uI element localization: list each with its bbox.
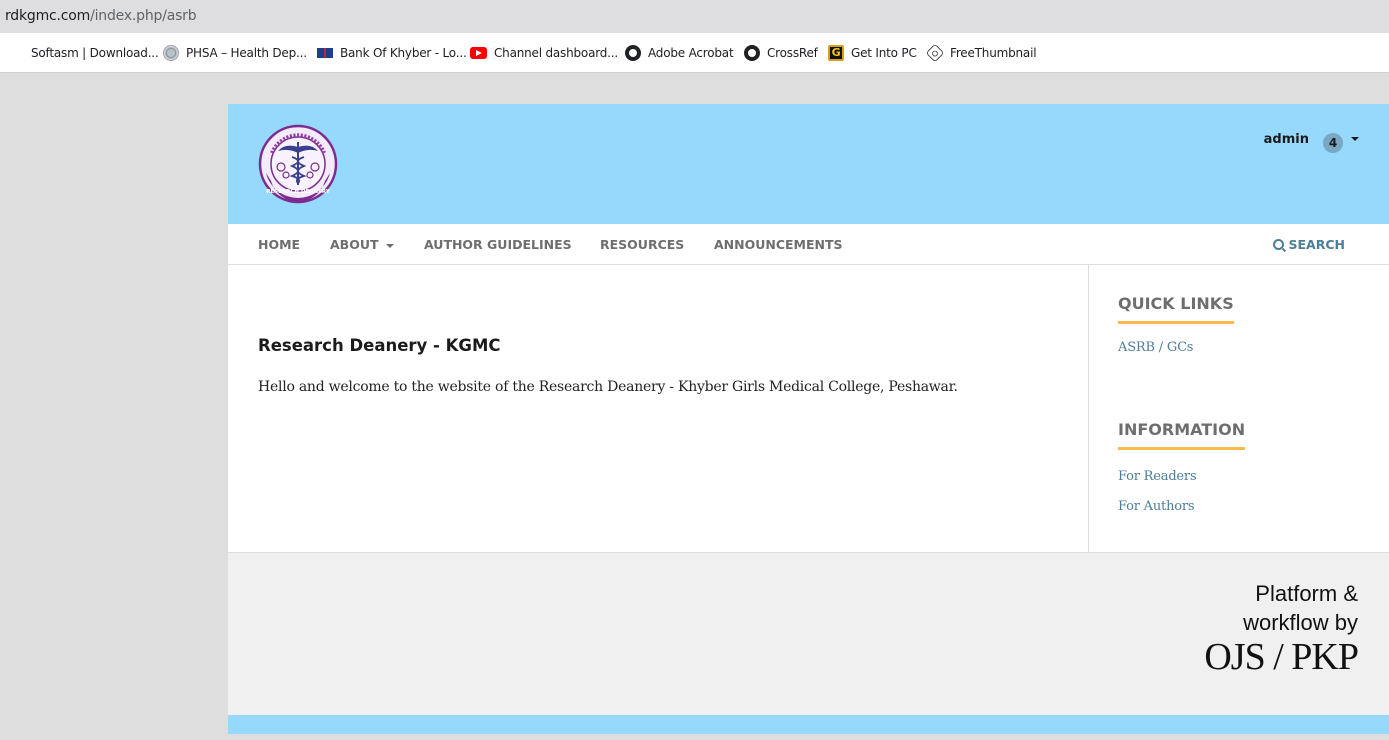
user-menu[interactable]: admin 4 xyxy=(1264,125,1359,153)
caret-down-icon xyxy=(385,243,394,248)
bookmarks-bar: Softasm | Download... PHSA – Health Dep.… xyxy=(0,33,1389,73)
bookmark-freethumbnail[interactable]: FreeThumbnail xyxy=(925,43,1037,63)
bookmark-label: Adobe Acrobat xyxy=(648,46,734,60)
nav-author-guidelines[interactable]: AUTHOR GUIDELINES xyxy=(424,237,572,252)
address-bar[interactable]: rdkgmc.com/index.php/asrb xyxy=(0,0,1389,33)
bookmark-get-into-pc[interactable]: G Get Into PC xyxy=(828,45,917,61)
nav-about[interactable]: ABOUT xyxy=(330,237,394,252)
bookmark-softasm[interactable]: Softasm | Download... xyxy=(31,45,159,61)
bank-of-khyber-icon xyxy=(317,48,333,58)
bookmark-channel-dashboard[interactable]: Channel dashboard... xyxy=(470,45,618,61)
ojs-pkp-logo: OJS / PKP xyxy=(1204,636,1359,678)
bookmark-adobe-acrobat[interactable]: Adobe Acrobat xyxy=(625,45,734,61)
bookmark-label: PHSA – Health Dep... xyxy=(186,46,307,60)
youtube-icon xyxy=(470,47,487,59)
bookmark-label: Softasm | Download... xyxy=(31,46,159,60)
notification-badge: 4 xyxy=(1323,133,1343,153)
username: admin xyxy=(1263,131,1309,147)
bookmark-label: CrossRef xyxy=(767,46,818,60)
information-title: INFORMATION xyxy=(1118,420,1246,450)
search-link[interactable]: SEARCH xyxy=(1272,237,1345,252)
search-label: SEARCH xyxy=(1288,237,1345,252)
link-for-readers[interactable]: For Readers xyxy=(1118,469,1197,484)
globe-icon xyxy=(625,45,641,61)
nav-announcements[interactable]: ANNOUNCEMENTS xyxy=(714,237,843,252)
bookmark-phsa[interactable]: PHSA – Health Dep... xyxy=(163,45,307,61)
nav-about-label: ABOUT xyxy=(330,237,379,252)
nav-home[interactable]: HOME xyxy=(258,237,300,252)
welcome-text: Hello and welcome to the website of the … xyxy=(258,379,958,395)
sidebar: QUICK LINKS ASRB / GCs INFORMATION For R… xyxy=(1088,265,1389,552)
pkp-brand-link[interactable]: Platform & workflow by OJS / PKP xyxy=(1204,579,1359,678)
link-for-authors[interactable]: For Authors xyxy=(1118,499,1195,514)
primary-nav: HOME ABOUT AUTHOR GUIDELINES RESOURCES A… xyxy=(228,224,1389,265)
research-deanery-logo[interactable]: RESEARCH DEANERY xyxy=(258,123,338,205)
bookmark-label: Bank Of Khyber - Lo... xyxy=(340,46,467,60)
globe-icon xyxy=(744,45,760,61)
nav-resources[interactable]: RESOURCES xyxy=(600,237,684,252)
svg-text:RESEARCH DEANERY: RESEARCH DEANERY xyxy=(266,189,331,195)
phsa-logo-icon xyxy=(163,45,179,61)
site-header: RESEARCH DEANERY admin 4 xyxy=(228,104,1389,224)
pkp-line-2: workflow by xyxy=(1243,610,1358,635)
quick-links-title: QUICK LINKS xyxy=(1118,294,1234,324)
site-footer: Platform & workflow by OJS / PKP xyxy=(228,552,1389,715)
url-text[interactable]: rdkgmc.com/index.php/asrb xyxy=(5,8,197,24)
page-title: Research Deanery - KGMC xyxy=(258,336,501,355)
footer-bar xyxy=(228,715,1389,734)
site-container: RESEARCH DEANERY admin 4 HOME ABOUT AUTH… xyxy=(228,104,1389,734)
hexagon-icon xyxy=(925,43,945,63)
bookmark-crossref[interactable]: CrossRef xyxy=(744,45,818,61)
search-icon xyxy=(1272,239,1284,250)
main-content: Research Deanery - KGMC Hello and welcom… xyxy=(228,265,1088,552)
caret-down-icon xyxy=(1351,137,1359,141)
bookmark-bank-of-khyber[interactable]: Bank Of Khyber - Lo... xyxy=(317,45,467,61)
link-asrb-gcs[interactable]: ASRB / GCs xyxy=(1118,340,1193,355)
bookmark-label: Get Into PC xyxy=(851,46,917,60)
bookmark-label: FreeThumbnail xyxy=(950,46,1037,60)
bookmark-label: Channel dashboard... xyxy=(494,46,619,60)
g-logo-icon: G xyxy=(828,45,844,61)
pkp-line-1: Platform & xyxy=(1255,581,1358,606)
